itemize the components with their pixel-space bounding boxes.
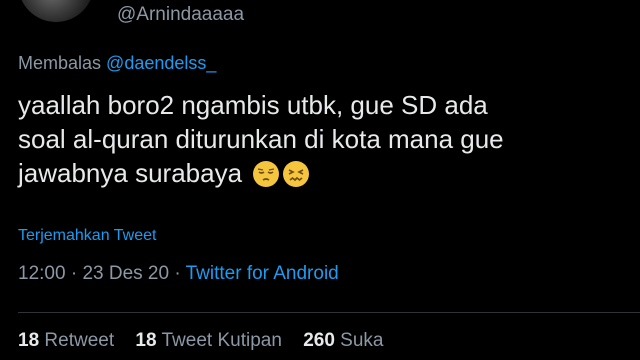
tweet-time[interactable]: 12:00: [18, 263, 66, 284]
avatar[interactable]: [18, 0, 94, 22]
meta-separator: ·: [169, 263, 186, 284]
tweet-line-1: yaallah boro2 ngambis utbk, gue SD ada: [18, 90, 488, 120]
quote-count-value: 18: [135, 330, 157, 351]
quote-label: Tweet Kutipan: [161, 330, 282, 351]
tweet-line-2: soal al-quran diturunkan di kota mana gu…: [18, 124, 504, 154]
quote-tweet-count[interactable]: 18 Tweet Kutipan: [135, 330, 282, 351]
tweet-meta: 12:00 · 23 Des 20 · Twitter for Android: [18, 263, 339, 285]
meta-separator: ·: [65, 263, 83, 284]
tweet-line-3: jawabnya surabaya: [18, 158, 243, 188]
tweet-source-link[interactable]: Twitter for Android: [186, 263, 339, 284]
author-handle[interactable]: @Arnindaaaaa: [117, 4, 244, 26]
retweet-label: Retweet: [44, 330, 115, 351]
tweet-date[interactable]: 23 Des 20: [82, 263, 169, 284]
like-label: Suka: [340, 330, 384, 351]
retweet-count-value: 18: [18, 330, 40, 351]
translate-tweet-link[interactable]: Terjemahkan Tweet: [18, 227, 156, 245]
reply-mention-link[interactable]: @daendelss_: [106, 53, 216, 73]
tweet-stats: 18 Retweet 18 Tweet Kutipan 260 Suka: [18, 330, 399, 352]
like-count-value: 260: [303, 330, 335, 351]
reply-prefix: Membalas: [18, 53, 102, 73]
pensive-face-icon: [253, 161, 280, 187]
reply-context: Membalas @daendelss_: [18, 53, 216, 74]
divider: [18, 312, 640, 313]
like-count[interactable]: 260 Suka: [303, 330, 383, 351]
tweet-text: yaallah boro2 ngambis utbk, gue SD ada s…: [18, 88, 628, 190]
retweet-count[interactable]: 18 Retweet: [18, 330, 114, 351]
confounded-face-icon: [283, 161, 310, 187]
